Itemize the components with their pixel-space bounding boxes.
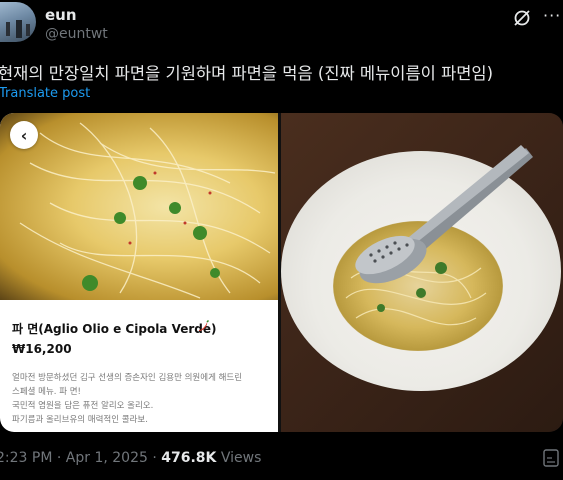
post-time[interactable]: 2:23 PM bbox=[0, 450, 52, 466]
menu-card-image[interactable]: ‹ 파 면(Aglio Olio e Cipola Verde) ₩16,200… bbox=[0, 113, 278, 432]
menu-item-price: ₩16,200 bbox=[12, 342, 72, 356]
post-date[interactable]: Apr 1, 2025 bbox=[66, 450, 148, 466]
menu-item-name: 파 면(Aglio Olio e Cipola Verde) bbox=[12, 322, 217, 336]
bookmark-icon[interactable] bbox=[542, 448, 560, 468]
post-text: 현재의 만장일치 파면을 기원하며 파면을 먹음 (진짜 메뉴이름이 파면임) bbox=[0, 64, 494, 83]
menu-description-line: 파기름과 올리브유의 매력적인 콜라보. bbox=[12, 415, 148, 425]
pasta-bowl-photo[interactable] bbox=[281, 113, 563, 432]
post-meta: 2:23 PM · Apr 1, 2025 · 476.8K Views bbox=[0, 450, 261, 466]
chili-pepper-icon bbox=[199, 319, 210, 331]
grok-icon[interactable] bbox=[512, 8, 532, 28]
post-media[interactable]: ‹ 파 면(Aglio Olio e Cipola Verde) ₩16,200… bbox=[0, 113, 563, 432]
menu-description-line: 얼마전 방문하셨던 김구 선생의 증손자인 김용만 의원에게 해드린 bbox=[12, 373, 243, 383]
author-name[interactable]: eun bbox=[45, 6, 77, 24]
author-handle[interactable]: @euntwt bbox=[45, 26, 108, 42]
avatar[interactable] bbox=[0, 2, 36, 42]
serving-tongs bbox=[355, 145, 533, 284]
more-icon[interactable]: ··· bbox=[543, 6, 561, 25]
views-count: 476.8K bbox=[161, 450, 217, 466]
pasta-photo: ‹ bbox=[0, 113, 278, 300]
menu-description-line: 스페셜 메뉴. 파 면! bbox=[12, 387, 81, 397]
menu-description-line: 국민적 염원을 담은 퓨전 알리오 올리오. bbox=[12, 401, 154, 411]
views-label: Views bbox=[220, 450, 262, 466]
translate-post-link[interactable]: Translate post bbox=[0, 86, 90, 101]
chevron-left-icon[interactable]: ‹ bbox=[10, 121, 38, 149]
